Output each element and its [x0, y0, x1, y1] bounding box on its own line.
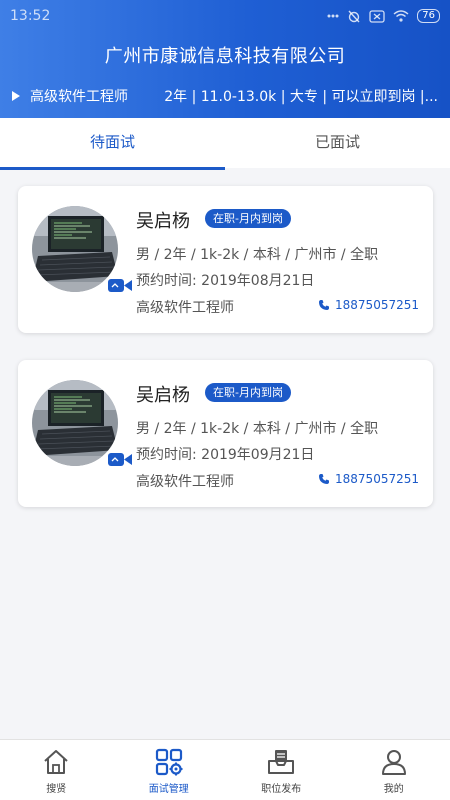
avatar [32, 206, 118, 292]
play-triangle-icon [12, 91, 20, 101]
video-camera-icon [107, 277, 133, 294]
phone-icon [319, 300, 330, 310]
alarm-off-icon [347, 9, 361, 23]
job-title: 高级软件工程师 [30, 89, 128, 105]
company-name: 广州市康诚信息科技有限公司 [104, 46, 346, 67]
phone-number: 18875057251 [335, 298, 419, 312]
candidate-name: 吴启杨 [136, 211, 190, 232]
nav-item-search[interactable]: 搜贤 [0, 740, 113, 800]
person-icon [381, 750, 406, 775]
candidate-name: 吴启杨 [136, 385, 190, 406]
status-bar: 13:52 76 [0, 0, 450, 32]
status-badge: 在职-月内到岗 [205, 209, 291, 228]
nav-label: 职位发布 [261, 784, 302, 795]
phone-link[interactable]: 18875057251 [318, 298, 419, 312]
tab-pending-interview[interactable]: 待面试 [0, 118, 225, 170]
sim-disabled-icon [369, 9, 385, 23]
nav-label: 面试管理 [148, 784, 189, 795]
nav-item-interview-management[interactable]: 面试管理 [113, 740, 226, 800]
nav-label: 搜贤 [46, 784, 67, 795]
phone-icon [319, 474, 330, 484]
battery-icon: 76 [417, 9, 440, 23]
home-icon [44, 750, 68, 774]
nav-item-post-job[interactable]: 职位发布 [225, 740, 338, 800]
job-summary[interactable]: 高级软件工程师 2年 | 11.0-13.0k | 大专 | 可以立即到岗 |.… [0, 86, 450, 106]
status-icons: 76 [327, 9, 440, 23]
status-time: 13:52 [10, 8, 51, 24]
candidate-card[interactable]: 吴启杨 在职-月内到岗 男 / 2年 / 1k-2k / 本科 / 广州市 / … [18, 186, 433, 333]
applied-position: 高级软件工程师 [136, 474, 234, 490]
candidate-details: 男 / 2年 / 1k-2k / 本科 / 广州市 / 全职 [136, 247, 379, 263]
nav-item-profile[interactable]: 我的 [338, 740, 450, 800]
appointment-time: 预约时间: 2019年08月21日 [136, 273, 315, 289]
nav-label: 我的 [383, 784, 404, 795]
applied-position: 高级软件工程师 [136, 300, 234, 316]
grid-settings-icon [155, 748, 183, 776]
dots-icon [327, 14, 339, 18]
video-camera-icon [107, 451, 133, 468]
app-header: 13:52 76 广州市康诚信息科技有限公司 高级软件工程师 2年 | 11.0… [0, 0, 450, 118]
avatar [32, 380, 118, 466]
job-meta: 2年 | 11.0-13.0k | 大专 | 可以立即到岗 |... [164, 89, 438, 105]
appointment-time: 预约时间: 2019年09月21日 [136, 447, 315, 463]
status-badge: 在职-月内到岗 [205, 383, 291, 402]
post-tray-icon [268, 750, 295, 774]
phone-link[interactable]: 18875057251 [318, 472, 419, 486]
wifi-icon [393, 10, 409, 22]
candidate-details: 男 / 2年 / 1k-2k / 本科 / 广州市 / 全职 [136, 421, 379, 437]
tab-interviewed[interactable]: 已面试 [225, 118, 450, 168]
bottom-nav: 搜贤 面试管理 职位发布 我的 [0, 739, 450, 800]
candidate-card[interactable]: 吴启杨 在职-月内到岗 男 / 2年 / 1k-2k / 本科 / 广州市 / … [18, 360, 433, 507]
interview-tabs: 待面试 已面试 [0, 118, 450, 170]
phone-number: 18875057251 [335, 472, 419, 486]
